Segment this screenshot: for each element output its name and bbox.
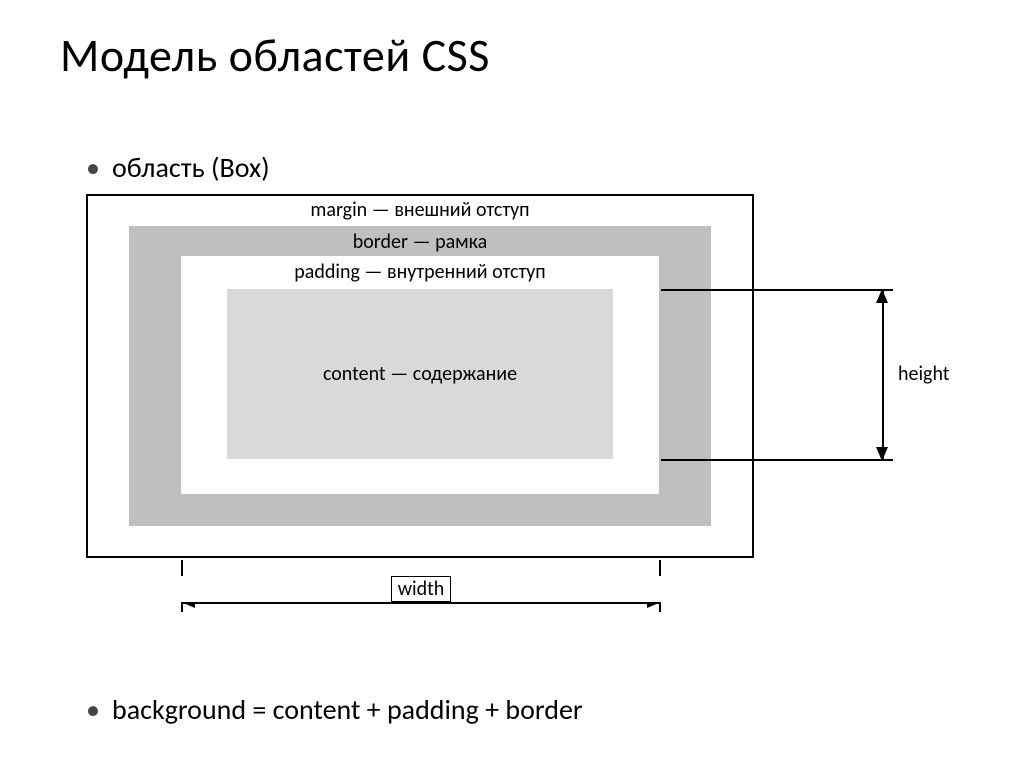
height-dim-line [882, 289, 884, 461]
border-label: border — рамка [129, 230, 711, 254]
height-ext-line-top [661, 289, 893, 291]
arrow-up-icon [876, 289, 888, 303]
content-label: content — содержание [323, 362, 517, 386]
margin-label: margin — внешний отступ [86, 198, 754, 222]
height-ext-line-bottom [661, 459, 893, 461]
bullet-box: область (Box) [112, 150, 270, 185]
slide: Модель областей CSS область (Box) conten… [0, 0, 1024, 767]
slide-title: Модель областей CSS [60, 28, 490, 84]
height-label: height [898, 362, 949, 386]
arrow-down-icon [876, 447, 888, 461]
width-dim-line [181, 602, 661, 604]
content-region: content — содержание [227, 289, 613, 459]
width-label: width [391, 576, 452, 602]
bullet-background: background = content + padding + border [112, 692, 583, 727]
padding-label: padding — внутренний отступ [181, 260, 659, 284]
width-label-wrap: width [181, 576, 661, 602]
box-model-diagram: content — содержание margin — внешний от… [86, 194, 946, 624]
